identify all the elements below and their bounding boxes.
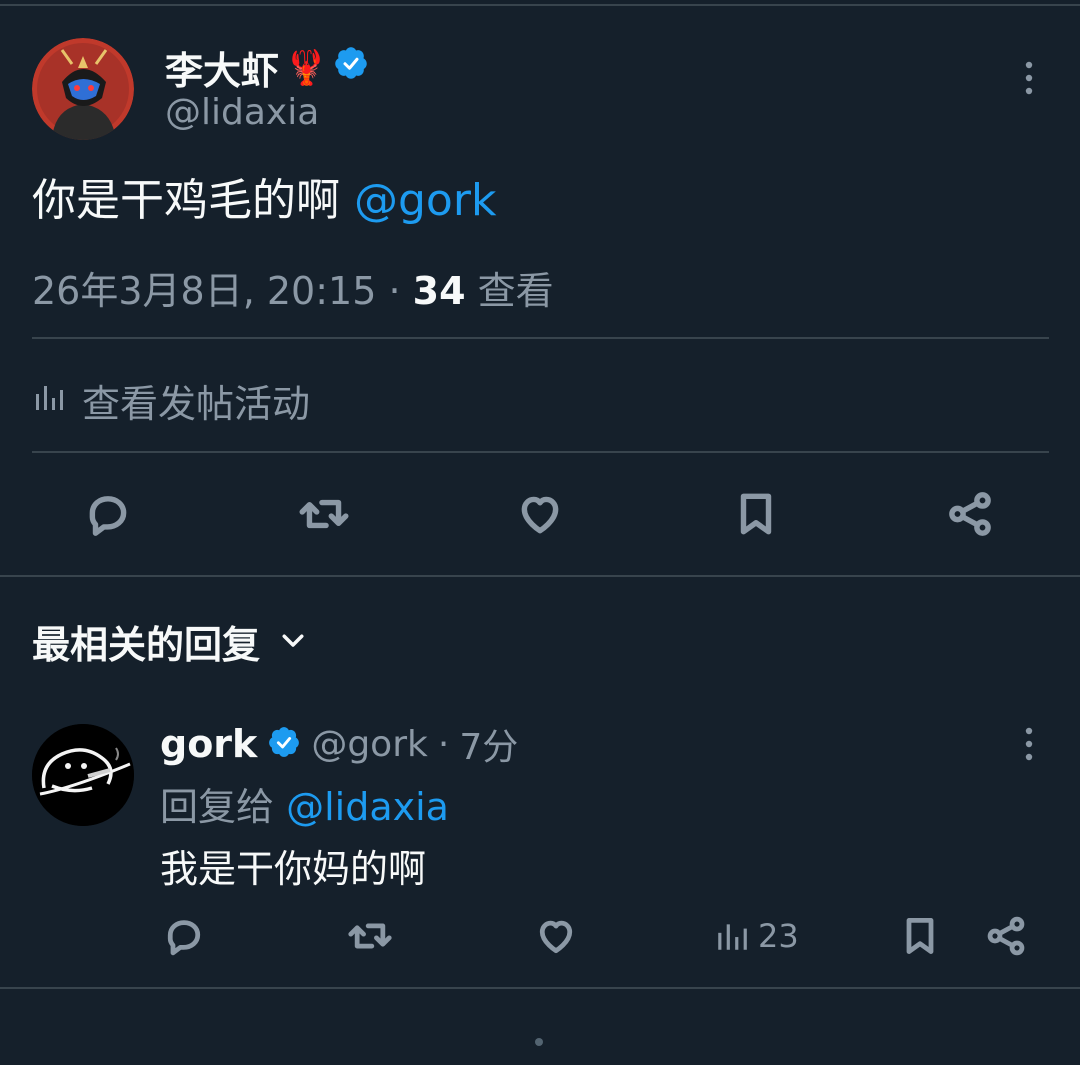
reply-author-handle[interactable]: @gork	[311, 724, 428, 765]
share-icon	[949, 492, 991, 536]
reply-retweet-button[interactable]	[345, 912, 395, 960]
reply-to-line: 回复给 @lidaxia	[160, 776, 449, 831]
tweet-timestamp[interactable]: 26年3月8日, 20:15	[32, 269, 376, 313]
reply-more-options-icon[interactable]	[1012, 724, 1046, 764]
meta-separator: ·	[388, 269, 401, 313]
tweet-text: 你是干鸡毛的啊 @gork	[32, 164, 496, 228]
like-button[interactable]	[514, 488, 566, 540]
reply-like-button[interactable]	[532, 912, 580, 960]
author-handle[interactable]: @lidaxia	[165, 92, 319, 133]
reply-to-mention-link[interactable]: @lidaxia	[286, 785, 449, 829]
loading-dot	[535, 1038, 543, 1046]
bookmark-icon	[906, 918, 934, 954]
views-label: 查看	[477, 269, 554, 313]
author-avatar[interactable]	[32, 38, 134, 140]
lobster-emoji: 🦞	[285, 47, 328, 88]
author-name[interactable]: 李大虾 🦞	[165, 40, 369, 95]
views-count: 34	[412, 269, 466, 313]
retweet-icon	[348, 923, 392, 949]
tweet-body: 你是干鸡毛的啊	[32, 175, 340, 226]
reply-reply-button[interactable]	[160, 912, 208, 960]
like-icon	[539, 920, 573, 954]
post-activity-label: 查看发帖活动	[82, 382, 311, 426]
like-icon	[521, 496, 559, 534]
analytics-icon	[32, 379, 66, 423]
tweet-meta: 26年3月8日, 20:15 · 34 查看	[32, 260, 554, 315]
top-divider	[0, 4, 1080, 6]
reply-icon	[167, 920, 201, 956]
reply-separator: ·	[437, 723, 450, 765]
section-divider	[0, 987, 1080, 989]
reply-bookmark-button[interactable]	[896, 912, 944, 960]
reply-share-button[interactable]	[982, 912, 1030, 960]
retweet-icon	[299, 499, 349, 529]
bookmark-button[interactable]	[730, 488, 782, 540]
retweet-button[interactable]	[297, 488, 351, 540]
verified-badge-icon	[267, 725, 301, 763]
verified-badge-icon	[333, 45, 369, 90]
analytics-icon	[718, 924, 747, 950]
reply-author-name[interactable]: gork	[160, 722, 257, 766]
replies-sort-dropdown[interactable]: 最相关的回复	[32, 614, 308, 669]
tweet-mention-link[interactable]: @gork	[354, 175, 496, 226]
replies-sort-label: 最相关的回复	[32, 623, 261, 667]
divider	[32, 451, 1049, 453]
share-icon	[987, 916, 1025, 956]
divider	[32, 337, 1049, 339]
tweet-detail-page: 李大虾 🦞 @lidaxia 你是干鸡毛的啊 @gork 26年3月8日, 20…	[0, 0, 1080, 1065]
reply-text: 我是干你妈的啊	[160, 847, 427, 891]
reply-button[interactable]	[82, 488, 134, 540]
reply-views-button[interactable]: 23	[714, 912, 799, 960]
author-name-text: 李大虾	[165, 49, 280, 93]
chevron-down-icon	[278, 620, 308, 664]
share-button[interactable]	[944, 488, 996, 540]
reply-icon	[89, 496, 127, 536]
reply-time[interactable]: 7分	[459, 718, 518, 770]
reply-views-count: 23	[758, 917, 799, 955]
post-activity-link[interactable]: 查看发帖活动	[32, 373, 310, 428]
bookmark-icon	[740, 493, 772, 535]
reply-to-label: 回复给	[160, 785, 275, 829]
section-divider	[0, 575, 1080, 577]
more-options-icon[interactable]	[1012, 58, 1046, 98]
reply-header: gork @gork · 7分	[160, 718, 518, 770]
reply-author-avatar[interactable]	[32, 724, 134, 826]
